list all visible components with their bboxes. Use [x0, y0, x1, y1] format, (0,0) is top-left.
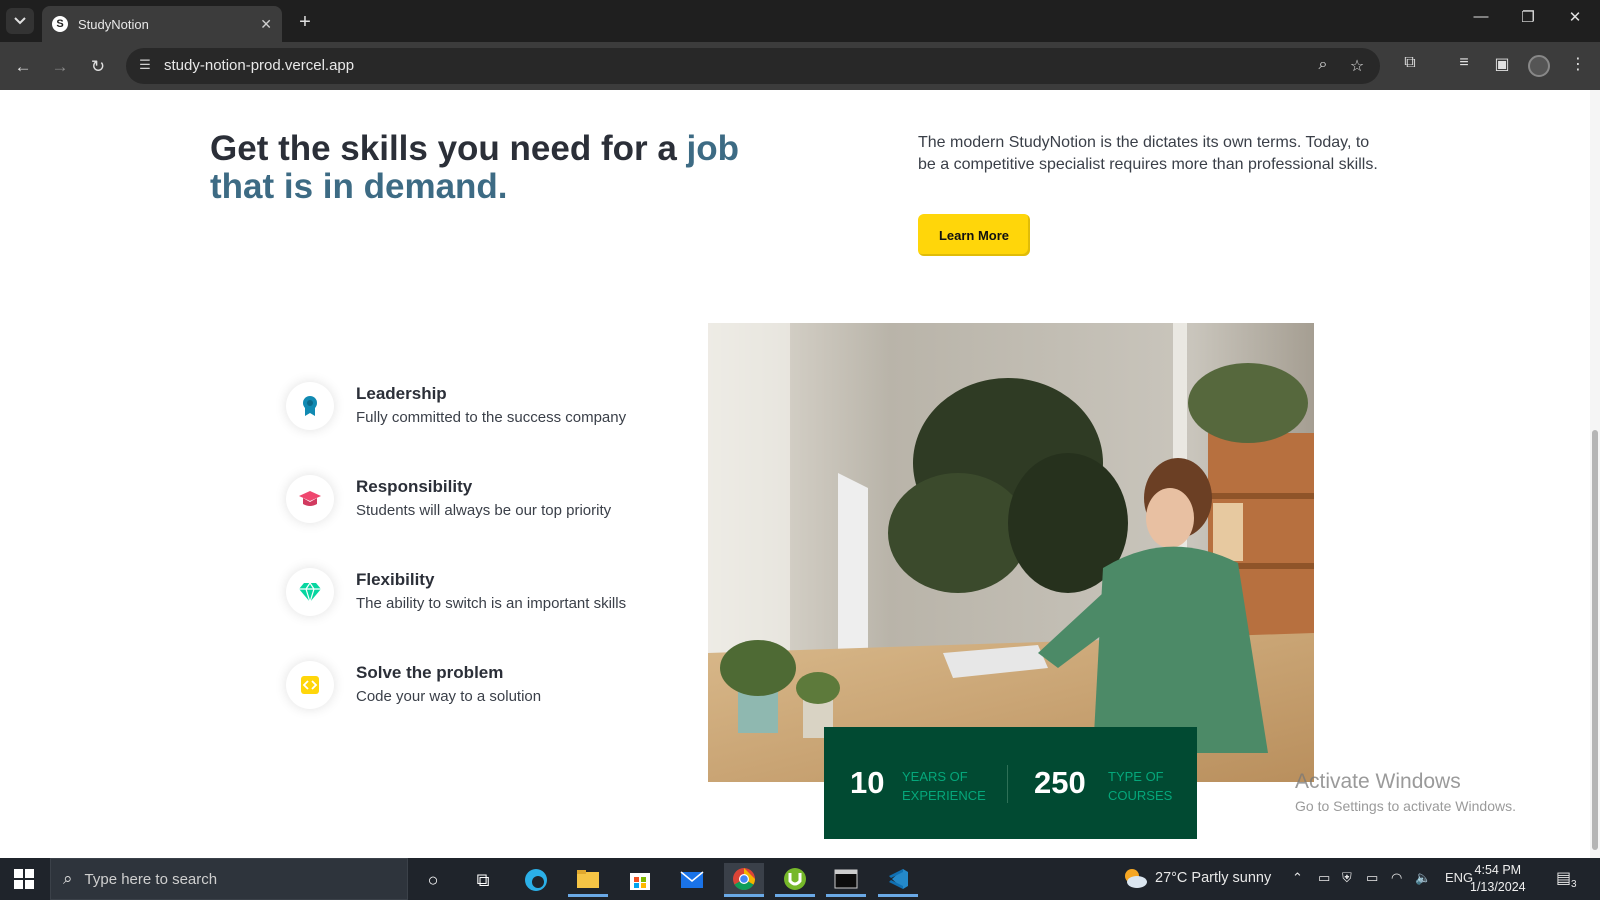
- stat-label-line: YEARS OF: [902, 769, 968, 784]
- heading-text: Get the skills you need for a: [210, 129, 687, 168]
- notification-count: 3: [1571, 879, 1577, 890]
- minimize-icon[interactable]: —: [1466, 8, 1496, 25]
- feature-subtitle: Code your way to a solution: [356, 688, 542, 705]
- stat-value: 10: [850, 765, 885, 800]
- menu-dots-icon[interactable]: ⋮: [1566, 54, 1590, 74]
- code-icon: [286, 661, 334, 709]
- feature-leadership: Leadership Fully committed to the succes…: [286, 382, 686, 442]
- feature-title: Solve the problem: [356, 663, 504, 682]
- page-content: Get the skills you need for a job that i…: [0, 90, 1600, 858]
- window-close-icon[interactable]: ✕: [1560, 8, 1590, 26]
- windows-taskbar: ⌕ Type here to search ○ ⧉ 27°C Partly su…: [0, 858, 1600, 900]
- stat-label-line: EXPERIENCE: [902, 788, 986, 803]
- restore-icon[interactable]: ❐: [1513, 8, 1543, 26]
- edge-icon[interactable]: [516, 863, 556, 897]
- stat-label-line: COURSES: [1108, 788, 1173, 803]
- forward-icon[interactable]: →: [47, 54, 73, 80]
- file-explorer-icon[interactable]: [568, 863, 608, 897]
- bookmark-star-icon[interactable]: ☆: [1346, 56, 1368, 76]
- tab-search-icon[interactable]: [6, 8, 34, 34]
- browser-toolbar: ← → ↻ ☰ study-notion-prod.vercel.app ⌕ ☆…: [0, 42, 1600, 90]
- vscode-icon[interactable]: [878, 863, 918, 897]
- chevron-up-icon[interactable]: ⌃: [1292, 870, 1303, 886]
- page-heading: Get the skills you need for a job that i…: [210, 130, 770, 206]
- feature-subtitle: Students will always be our top priority: [356, 502, 612, 519]
- feature-title: Leadership: [356, 384, 447, 403]
- weather-text[interactable]: 27°C Partly sunny: [1155, 870, 1271, 886]
- clock-time: 4:54 PM: [1474, 863, 1522, 877]
- wifi-icon[interactable]: ◠: [1391, 870, 1402, 886]
- back-icon[interactable]: ←: [10, 54, 36, 80]
- notifications-icon[interactable]: ▤: [1556, 868, 1571, 888]
- store-icon[interactable]: [620, 863, 660, 897]
- language-indicator[interactable]: ENG: [1445, 870, 1473, 885]
- feature-title: Responsibility: [356, 477, 473, 496]
- activate-windows-watermark: Activate Windows Go to Settings to activ…: [1295, 770, 1516, 814]
- windows-start-icon[interactable]: [14, 869, 34, 889]
- diamond-icon: [286, 568, 334, 616]
- feature-responsibility: Responsibility Students will always be o…: [286, 475, 686, 535]
- stat-label-line: TYPE OF: [1108, 769, 1164, 784]
- clock-date: 1/13/2024: [1470, 880, 1526, 894]
- zoom-icon[interactable]: ⌕: [1312, 56, 1334, 74]
- browser-tab[interactable]: S StudyNotion ✕: [42, 6, 282, 42]
- feature-solve-problem: Solve the problem Code your way to a sol…: [286, 661, 686, 721]
- extensions-icon[interactable]: ⧉: [1398, 54, 1422, 72]
- mail-icon[interactable]: [672, 863, 712, 897]
- site-info-icon[interactable]: ☰: [136, 57, 154, 75]
- learn-more-button[interactable]: Learn More: [918, 214, 1030, 256]
- studynotion-favicon-icon: S: [52, 16, 68, 32]
- search-placeholder: Type here to search: [84, 870, 218, 888]
- battery-icon[interactable]: ▭: [1366, 870, 1378, 886]
- hero-description: The modern StudyNotion is the dictates i…: [918, 134, 1378, 173]
- clock[interactable]: 4:54 PM 1/13/2024: [1470, 862, 1526, 896]
- stat-label: YEARS OF EXPERIENCE: [902, 767, 992, 805]
- taskbar-search-input[interactable]: ⌕ Type here to search: [50, 858, 408, 900]
- stat-value: 250: [1034, 765, 1086, 800]
- chrome-icon[interactable]: [724, 863, 764, 897]
- tab-bar: S StudyNotion ✕ + — ❐ ✕: [0, 0, 1600, 42]
- watermark-subtitle: Go to Settings to activate Windows.: [1295, 798, 1516, 814]
- meet-now-icon[interactable]: ▭: [1318, 870, 1330, 886]
- cortana-icon[interactable]: ○: [413, 863, 453, 897]
- feature-flexibility: Flexibility The ability to switch is an …: [286, 568, 686, 628]
- url-text: study-notion-prod.vercel.app: [164, 57, 355, 74]
- new-tab-icon[interactable]: +: [292, 9, 318, 35]
- search-icon: ⌕: [63, 869, 73, 888]
- stats-banner: 10 YEARS OF EXPERIENCE 250 TYPE OF COURS…: [824, 727, 1197, 839]
- tab-title: StudyNotion: [78, 16, 149, 32]
- reload-icon[interactable]: ↻: [85, 54, 111, 80]
- volume-icon[interactable]: 🔈: [1415, 870, 1431, 886]
- scrollbar-thumb[interactable]: [1592, 430, 1598, 850]
- feature-title: Flexibility: [356, 570, 435, 589]
- security-icon[interactable]: ⛨: [1342, 870, 1352, 886]
- terminal-icon[interactable]: [826, 863, 866, 897]
- watermark-title: Activate Windows: [1295, 770, 1461, 793]
- close-icon[interactable]: ✕: [260, 16, 272, 33]
- profile-avatar[interactable]: [1528, 55, 1550, 77]
- side-panel-icon[interactable]: ▣: [1490, 54, 1514, 74]
- task-view-icon[interactable]: ⧉: [463, 863, 503, 897]
- utorrent-icon[interactable]: [775, 863, 815, 897]
- hero-photo: [708, 323, 1314, 782]
- media-icon[interactable]: ≡: [1452, 54, 1476, 72]
- stat-label: TYPE OF COURSES: [1108, 767, 1198, 805]
- feature-subtitle: The ability to switch is an important sk…: [356, 595, 627, 612]
- stat-divider: [1007, 765, 1008, 803]
- graduation-cap-icon: [286, 475, 334, 523]
- address-bar[interactable]: ☰ study-notion-prod.vercel.app ⌕ ☆: [126, 48, 1380, 84]
- weather-icon[interactable]: [1122, 867, 1148, 892]
- badge-medal-icon: [286, 382, 334, 430]
- feature-subtitle: Fully committed to the success company: [356, 409, 627, 426]
